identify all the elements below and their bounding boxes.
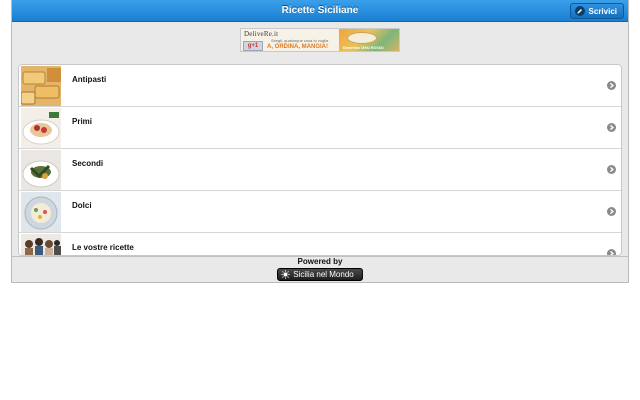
chevron-right-icon bbox=[607, 123, 616, 132]
category-label: Primi bbox=[72, 117, 93, 126]
list-item-le-vostre-ricette[interactable]: Le vostre ricette bbox=[19, 233, 621, 255]
list-item-secondi[interactable]: Secondi bbox=[19, 149, 621, 191]
write-us-button[interactable]: Scrivici bbox=[569, 3, 624, 19]
people-thumbnail bbox=[21, 234, 61, 255]
sicilia-nel-mondo-button[interactable]: Sicilia nel Mondo web bbox=[277, 268, 365, 281]
ad-food-image: Domenica 1ENU ROSSO bbox=[339, 29, 399, 51]
primi-thumbnail bbox=[21, 108, 61, 148]
category-label: Secondi bbox=[72, 159, 104, 168]
write-us-label: Scrivici bbox=[588, 6, 617, 16]
footer: Powered by Sicilia nel Mondo web bbox=[12, 256, 628, 282]
ad-badge: g+1 bbox=[243, 41, 263, 51]
app-window: Ricette Siciliane Scrivici DeliveRe.it S… bbox=[11, 0, 629, 283]
ad-container: DeliveRe.it Scegli, qualunque cosa tu vo… bbox=[12, 22, 628, 58]
ad-right-caption: Domenica 1ENU ROSSO bbox=[343, 46, 384, 50]
chevron-right-icon bbox=[607, 165, 616, 174]
pencil-icon bbox=[574, 6, 585, 16]
ad-tagline: Scegli, qualunque cosa tu voglia bbox=[271, 38, 329, 43]
category-label: Le vostre ricette bbox=[72, 243, 134, 252]
list-item-primi[interactable]: Primi bbox=[19, 107, 621, 149]
dish-icon bbox=[347, 32, 377, 44]
antipasti-thumbnail bbox=[21, 66, 61, 106]
ad-banner[interactable]: DeliveRe.it Scegli, qualunque cosa tu vo… bbox=[240, 28, 400, 52]
chevron-right-icon bbox=[607, 81, 616, 90]
chevron-right-icon bbox=[607, 249, 616, 255]
chevron-right-icon bbox=[607, 207, 616, 216]
category-label: Dolci bbox=[72, 201, 92, 210]
sicilia-nel-mondo-label: Sicilia nel Mondo bbox=[293, 270, 354, 279]
sun-icon bbox=[281, 270, 290, 279]
header-bar: Ricette Siciliane Scrivici bbox=[12, 0, 628, 22]
sicilia-sup-text: web bbox=[360, 271, 365, 277]
powered-by-text: Powered by bbox=[297, 257, 343, 266]
ad-cta: A, ORDINA, MANGIA! bbox=[267, 44, 328, 50]
category-label: Antipasti bbox=[72, 75, 107, 84]
list-item-dolci[interactable]: Dolci bbox=[19, 191, 621, 233]
page-title: Ricette Siciliane bbox=[281, 5, 359, 16]
list-item-antipasti[interactable]: Antipasti bbox=[19, 65, 621, 107]
ad-brand: DeliveRe.it bbox=[244, 30, 279, 38]
category-list: Antipasti Primi Secondi Dolci Le vostre … bbox=[18, 64, 622, 256]
secondi-thumbnail bbox=[21, 150, 61, 190]
ad-left-panel: DeliveRe.it Scegli, qualunque cosa tu vo… bbox=[241, 29, 339, 51]
dolci-thumbnail bbox=[21, 192, 61, 232]
